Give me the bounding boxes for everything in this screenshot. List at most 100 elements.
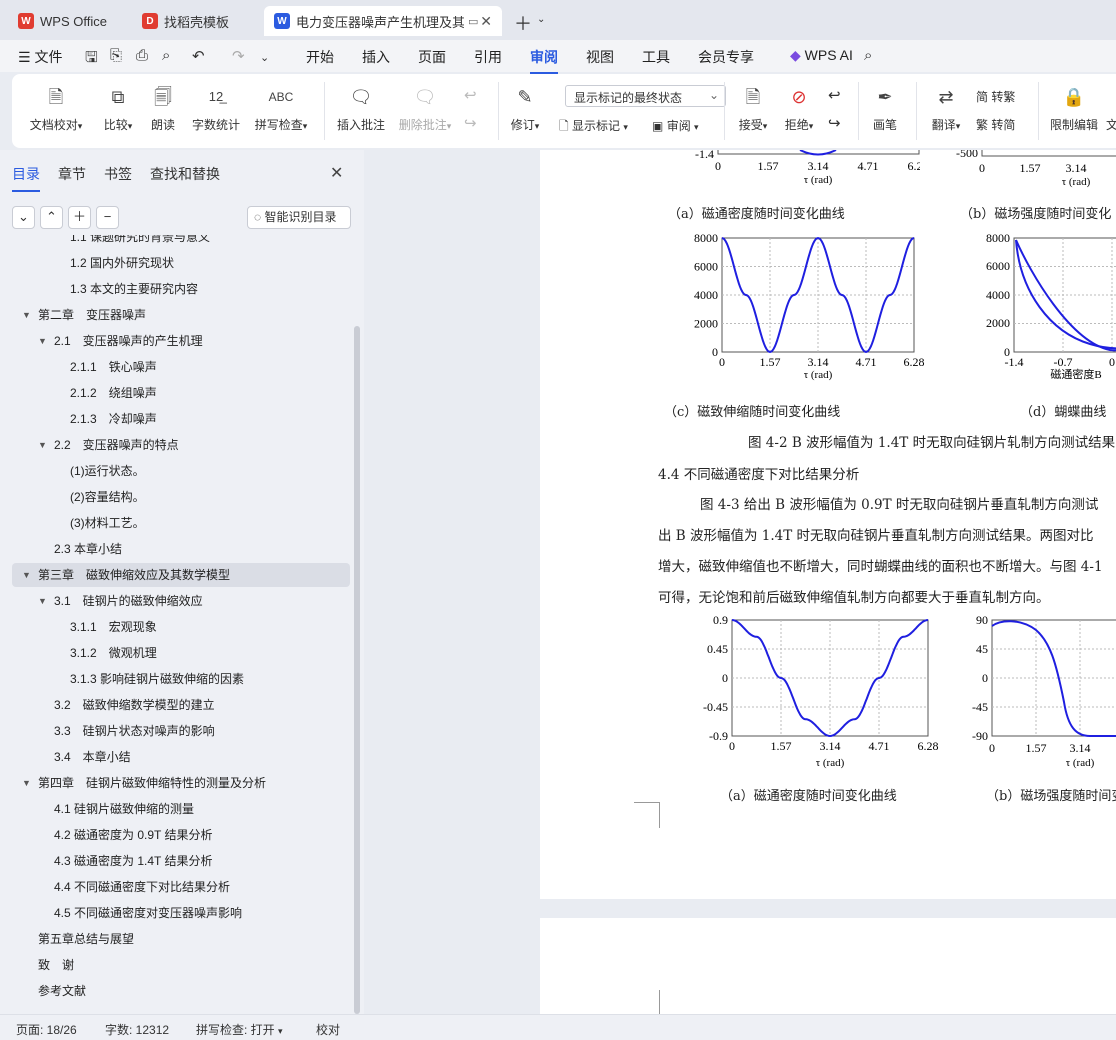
insert-comment-button[interactable]: 🗨 插入批注 xyxy=(336,84,386,133)
search-icon[interactable]: ⌕ xyxy=(864,47,872,64)
toc-item[interactable]: 4.1 硅钢片磁致伸缩的测量 xyxy=(12,797,350,821)
word-count-indicator[interactable]: 字数: 12312 xyxy=(105,1021,169,1038)
tab-list-chevron-icon[interactable]: ⌄ xyxy=(537,14,545,25)
toc-item[interactable]: ▼ 2.2 变压器噪声的特点 xyxy=(12,433,350,457)
toc-item[interactable]: 致 谢 xyxy=(12,953,350,977)
word-count-button[interactable]: 12̲ 字数统计 xyxy=(190,84,242,133)
toc-item[interactable]: ▼ 3.1 硅钢片的磁致伸缩效应 xyxy=(12,589,350,613)
previous-change-icon[interactable]: ↩ xyxy=(828,86,841,104)
tab-current-document[interactable]: W 电力变压器噪声产生机理及其 ▭ ✕ xyxy=(264,6,502,36)
remove-heading-icon[interactable]: − xyxy=(96,206,119,229)
menu-review[interactable]: 审阅 xyxy=(530,47,558,74)
delete-comment-button[interactable]: 🗨 删除批注▾ xyxy=(396,84,454,133)
export-icon[interactable]: ⎘ xyxy=(110,47,122,64)
close-pane-icon[interactable]: ✕ xyxy=(330,163,343,183)
compare-button[interactable]: ⧉ 比较▾ xyxy=(98,84,138,133)
menu-member[interactable]: 会员专享 xyxy=(698,47,754,67)
spell-check-button[interactable]: ABC 拼写检查▾ xyxy=(250,84,312,133)
compare-label: 比较 xyxy=(103,118,128,132)
expand-arrow-icon[interactable]: ▼ xyxy=(22,563,31,587)
print-preview-icon[interactable]: ⌕ xyxy=(162,47,170,64)
nav-tab-sections[interactable]: 章节 xyxy=(58,164,86,184)
expand-arrow-icon[interactable]: ▼ xyxy=(38,329,47,353)
show-markup-button[interactable]: 🗋 显示标记 ▾ xyxy=(559,117,628,138)
toc-item[interactable]: 参考文献 xyxy=(12,979,350,1003)
toc-item[interactable]: 4.2 磁通密度为 0.9T 结果分析 xyxy=(12,823,350,847)
review-pane-button[interactable]: ▣ 审阅 ▾ xyxy=(652,117,699,134)
print-icon[interactable]: ⎙ xyxy=(136,47,148,64)
toc-item[interactable]: 3.1.2 微观机理 xyxy=(12,641,350,665)
document-more-button[interactable]: 文 xyxy=(1106,84,1116,133)
expand-up-icon[interactable]: ⌃ xyxy=(40,206,63,229)
toc-item[interactable]: (1)运行状态。 xyxy=(12,459,350,483)
toc-item[interactable]: 1.2 国内外研究现状 xyxy=(12,251,350,275)
file-menu[interactable]: ☰ 文件 xyxy=(18,47,62,67)
toc-item[interactable]: 4.5 不同磁通密度对变压器噪声影响 xyxy=(12,901,350,925)
new-tab-icon[interactable]: ＋ xyxy=(514,10,532,36)
translate-button[interactable]: ⇄ 翻译▾ xyxy=(926,84,966,133)
nav-tab-toc[interactable]: 目录 xyxy=(12,164,40,192)
track-changes-button[interactable]: ✎ 修订▾ xyxy=(506,84,544,133)
toc-item[interactable]: 4.3 磁通密度为 1.4T 结果分析 xyxy=(12,849,350,873)
save-icon[interactable]: 🖫 xyxy=(85,47,98,72)
toc-item[interactable]: 2.1.3 冷却噪声 xyxy=(12,407,350,431)
menu-home[interactable]: 开始 xyxy=(306,47,334,67)
toc-item[interactable]: ▼ 第四章 硅钢片磁致伸缩特性的测量及分析 xyxy=(12,771,350,795)
menu-references[interactable]: 引用 xyxy=(474,47,502,67)
document-more-icon xyxy=(1106,84,1116,110)
menu-tools[interactable]: 工具 xyxy=(642,47,670,67)
toc-item[interactable]: (2)容量结构。 xyxy=(12,485,350,509)
toc-item[interactable]: 2.3 本章小结 xyxy=(12,537,350,561)
toc-item[interactable]: 3.1.1 宏观现象 xyxy=(12,615,350,639)
expand-arrow-icon[interactable]: ▼ xyxy=(38,589,47,613)
expand-arrow-icon[interactable]: ▼ xyxy=(22,303,31,327)
ink-button[interactable]: ✒ 画笔 xyxy=(870,84,900,133)
nav-tab-find-replace[interactable]: 查找和替换 xyxy=(150,164,220,184)
markup-mode-select[interactable]: 显示标记的最终状态 ⌄ xyxy=(565,85,726,107)
expand-arrow-icon[interactable]: ▼ xyxy=(22,771,31,795)
collapse-down-icon[interactable]: ⌄ xyxy=(12,206,35,229)
accept-button[interactable]: 🗎 接受▾ xyxy=(734,84,772,133)
reject-button[interactable]: ⊘ 拒绝▾ xyxy=(780,84,818,133)
spell-check-status[interactable]: 拼写检查: 打开 ▾ xyxy=(196,1021,283,1038)
wps-ai-button[interactable]: ◆ WPS AI xyxy=(790,47,853,64)
nav-scrollbar[interactable] xyxy=(354,326,360,1014)
toc-item[interactable]: 2.1.2 绕组噪声 xyxy=(12,381,350,405)
restrict-editing-button[interactable]: 🔒 限制编辑 xyxy=(1048,84,1100,133)
toc-item[interactable]: 1.3 本文的主要研究内容 xyxy=(12,277,350,301)
toc-item[interactable]: 4.4 不同磁通密度下对比结果分析 xyxy=(12,875,350,899)
expand-arrow-icon[interactable]: ▼ xyxy=(38,433,47,457)
customize-chevron-icon[interactable]: ⌄ xyxy=(260,51,269,64)
page-indicator[interactable]: 页面: 18/26 xyxy=(16,1021,77,1038)
toc-item[interactable]: ▼ 第三章 磁致伸缩效应及其数学模型 xyxy=(12,563,350,587)
close-tab-icon[interactable]: ✕ xyxy=(480,13,492,30)
menu-page[interactable]: 页面 xyxy=(418,47,446,67)
to-traditional-button[interactable]: 简 转繁 xyxy=(976,88,1015,105)
toc-item[interactable]: 3.4 本章小结 xyxy=(12,745,350,769)
toc-item[interactable]: 第五章总结与展望 xyxy=(12,927,350,951)
nav-tab-bookmarks[interactable]: 书签 xyxy=(104,164,132,184)
redo-icon[interactable]: ↷ xyxy=(232,47,245,65)
smart-toc-button[interactable]: ◌ 智能识别目录 xyxy=(247,206,351,229)
toc-item[interactable]: 1.1 课题研究的背景与意义 xyxy=(12,235,350,249)
tab-docer-templates[interactable]: D 找稻壳模板 xyxy=(132,6,260,36)
doc-check-button[interactable]: 🗎 文档校对▾ xyxy=(28,84,84,133)
add-heading-icon[interactable]: ＋ xyxy=(68,206,91,229)
toc-item[interactable]: 3.1.3 影响硅钢片磁致伸缩的因素 xyxy=(12,667,350,691)
menu-view[interactable]: 视图 xyxy=(586,47,614,67)
to-simplified-button[interactable]: 繁 转简 xyxy=(976,116,1015,133)
toc-item[interactable]: ▼ 第二章 变压器噪声 xyxy=(12,303,350,327)
previous-comment-icon[interactable]: ↩ xyxy=(464,86,477,104)
undo-icon[interactable]: ↶ xyxy=(192,47,205,65)
toc-item[interactable]: 3.2 磁致伸缩数学模型的建立 xyxy=(12,693,350,717)
menu-insert[interactable]: 插入 xyxy=(362,47,390,67)
tab-wps-office[interactable]: W WPS Office xyxy=(8,6,124,36)
toc-item[interactable]: 2.1.1 铁心噪声 xyxy=(12,355,350,379)
toc-item[interactable]: ▼ 2.1 变压器噪声的产生机理 xyxy=(12,329,350,353)
toc-item[interactable]: 3.3 硅钢片状态对噪声的影响 xyxy=(12,719,350,743)
next-comment-icon[interactable]: ↪ xyxy=(464,114,477,132)
read-aloud-button[interactable]: 🗐 朗读 xyxy=(148,84,178,133)
proofread-status[interactable]: 校对 xyxy=(316,1021,340,1038)
next-change-icon[interactable]: ↪ xyxy=(828,114,841,132)
toc-item[interactable]: (3)材料工艺。 xyxy=(12,511,350,535)
